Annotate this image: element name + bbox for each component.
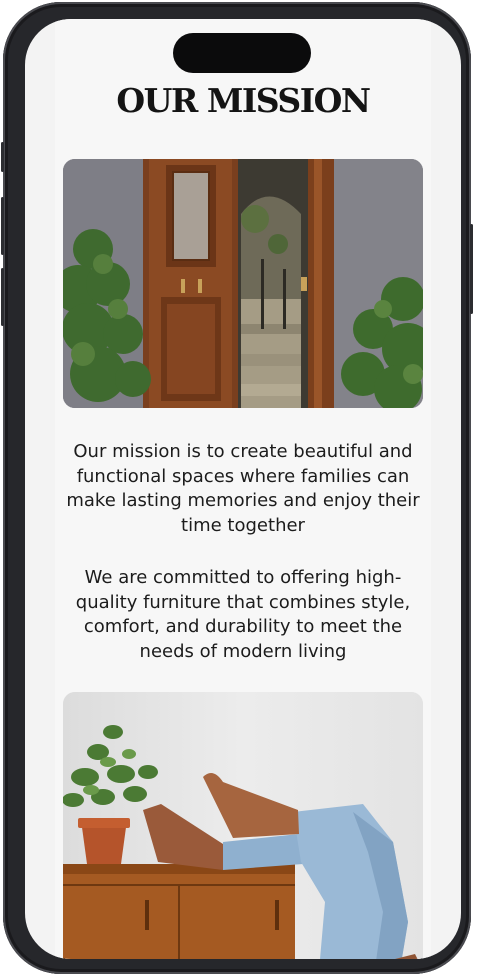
page-title: OUR MISSION [116,81,371,120]
volume-down-button [1,268,4,326]
power-button [470,224,473,314]
side-button [1,142,4,172]
screen[interactable]: OUR MISSION Our mission is to create bea… [25,19,461,959]
mission-paragraph: Our mission is to create beautiful and f… [66,441,420,536]
volume-up-button [1,197,4,255]
commitment-paragraph: We are committed to offering high-qualit… [75,567,411,662]
lifestyle-image [63,692,423,959]
dynamic-island [173,33,311,73]
phone-frame: OUR MISSION Our mission is to create bea… [1,2,473,974]
hero-image [63,159,423,408]
